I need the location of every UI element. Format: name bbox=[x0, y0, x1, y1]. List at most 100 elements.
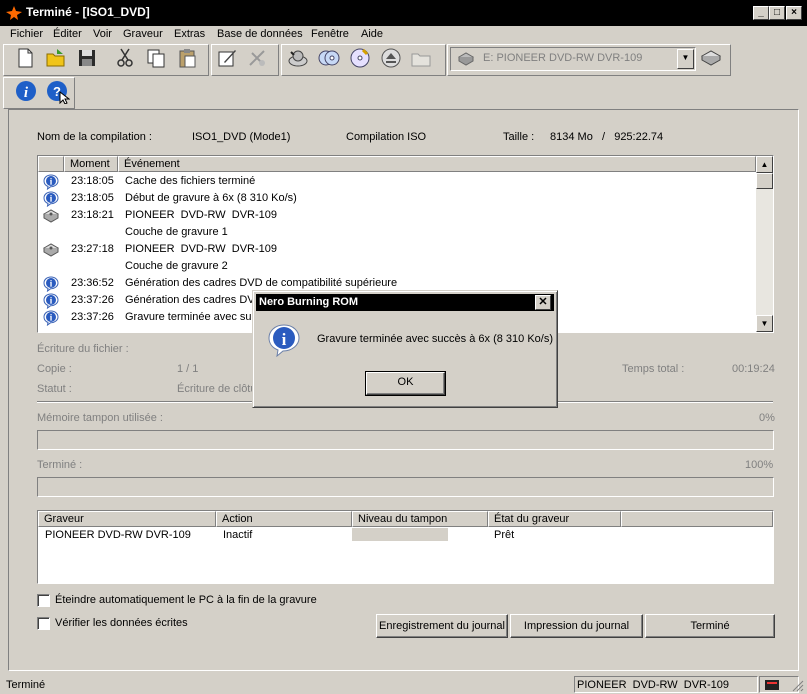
maximize-button[interactable]: □ bbox=[769, 6, 785, 20]
menu-aide[interactable]: Aide bbox=[361, 26, 383, 42]
shutdown-label: Éteindre automatiquement le PC à la fin … bbox=[55, 594, 317, 606]
drive-select[interactable]: E: PIONEER DVD-RW DVR-109 ▼ bbox=[450, 47, 696, 71]
buffer-usage-percent: 0% bbox=[759, 412, 775, 424]
copy-value: 1 / 1 bbox=[177, 363, 199, 375]
print-log-button[interactable]: Impression du journal bbox=[510, 614, 643, 638]
list-item[interactable]: i 23:18:05 Début de gravure à 6x (8 310 Ko… bbox=[38, 190, 756, 208]
nero-logo-icon bbox=[6, 6, 22, 20]
log-event: Début de gravure à 6x (8 310 Ko/s) bbox=[125, 192, 297, 204]
size-label: Taille : bbox=[503, 131, 535, 143]
compilation-name-value: ISO1_DVD (Mode1) bbox=[192, 131, 291, 143]
shutdown-checkbox[interactable] bbox=[37, 594, 50, 607]
save-icon[interactable] bbox=[76, 47, 98, 69]
list-item[interactable]: i 23:18:05 Cache des fichiers terminé bbox=[38, 173, 756, 191]
menu-voir[interactable]: Voir bbox=[93, 26, 112, 42]
log-event-header[interactable]: Événement bbox=[118, 156, 756, 172]
compilation-type: Compilation ISO bbox=[346, 131, 427, 143]
menu-graveur[interactable]: Graveur bbox=[123, 26, 163, 42]
log-event: Génération des cadres DVI bbox=[125, 294, 258, 306]
log-event: PIONEER DVD-RW DVR-109 bbox=[125, 209, 277, 221]
menu-editer[interactable]: Éditer bbox=[53, 26, 82, 42]
info-icon: i bbox=[43, 293, 59, 310]
completion-dialog: Nero Burning ROM ✕ i Gravure terminée av… bbox=[252, 290, 558, 408]
blank-icon bbox=[43, 259, 59, 275]
menu-fichier[interactable]: Fichier bbox=[10, 26, 43, 42]
recorder-state-column-header[interactable]: État du graveur bbox=[488, 511, 621, 527]
scroll-down-button[interactable]: ▼ bbox=[756, 315, 773, 332]
list-item[interactable]: 23:27:18 PIONEER DVD-RW DVR-109 bbox=[38, 241, 756, 258]
log-scrollbar[interactable]: ▲ ▼ bbox=[756, 156, 773, 332]
drive-icon bbox=[42, 208, 60, 224]
new-icon[interactable] bbox=[14, 47, 36, 69]
compilation-name-label: Nom de la compilation : bbox=[37, 131, 152, 143]
menu-base-de-donnees[interactable]: Base de données bbox=[217, 26, 303, 42]
menu-extras[interactable]: Extras bbox=[174, 26, 205, 42]
file-writing-label: Écriture du fichier : bbox=[37, 343, 129, 355]
list-item[interactable]: 23:18:21 PIONEER DVD-RW DVR-109 bbox=[38, 207, 756, 224]
buffer-level-column-header[interactable]: Niveau du tampon bbox=[352, 511, 488, 527]
edit-compilation-icon[interactable] bbox=[216, 47, 238, 69]
recorder-action: Inactif bbox=[223, 529, 253, 541]
ok-button[interactable]: OK bbox=[365, 371, 446, 396]
done-button[interactable]: Terminé bbox=[645, 614, 775, 638]
log-icon-column-header[interactable] bbox=[38, 156, 64, 172]
status-bar: Terminé PIONEER DVD-RW DVR-109 bbox=[0, 674, 807, 694]
dialog-close-button[interactable]: ✕ bbox=[535, 295, 551, 310]
cut-icon[interactable] bbox=[114, 47, 136, 69]
dialog-title: Nero Burning ROM bbox=[259, 296, 358, 308]
scroll-thumb[interactable] bbox=[756, 173, 773, 189]
about-info-icon[interactable]: i bbox=[15, 80, 37, 102]
burn-icon[interactable] bbox=[287, 47, 309, 69]
done-label: Terminé : bbox=[37, 459, 83, 471]
eject-icon[interactable] bbox=[380, 47, 402, 69]
minimize-button[interactable]: _ bbox=[753, 6, 769, 20]
size-value: 8134 Mo / 925:22.74 bbox=[550, 131, 664, 143]
open-icon[interactable] bbox=[45, 47, 67, 69]
disc-info-icon[interactable] bbox=[349, 47, 371, 69]
info-icon: i bbox=[43, 276, 59, 293]
drive-properties-icon[interactable] bbox=[700, 47, 722, 69]
paste-icon[interactable] bbox=[176, 47, 198, 69]
log-time: 23:37:26 bbox=[71, 294, 114, 306]
verify-label: Vérifier les données écrites bbox=[55, 617, 188, 629]
buffer-usage-label: Mémoire tampon utilisée : bbox=[37, 412, 163, 424]
menu-fenetre[interactable]: Fenêtre bbox=[311, 26, 349, 42]
recorder-list[interactable]: Graveur Action Niveau du tampon État du … bbox=[37, 510, 774, 584]
info-icon: i bbox=[43, 174, 59, 191]
status-label: Statut : bbox=[37, 383, 72, 395]
verify-checkbox[interactable] bbox=[37, 617, 50, 630]
recorder-state: Prêt bbox=[494, 529, 515, 541]
copy-disc-icon[interactable] bbox=[318, 47, 340, 69]
log-time: 23:37:26 bbox=[71, 311, 114, 323]
dialog-message: Gravure terminée avec succès à 6x (8 310… bbox=[317, 333, 553, 345]
log-time: 23:18:21 bbox=[71, 209, 114, 221]
close-button[interactable]: × bbox=[786, 6, 802, 20]
resize-grip-icon[interactable] bbox=[792, 680, 804, 692]
save-log-button[interactable]: Enregistrement du journal bbox=[376, 614, 508, 638]
context-help-icon[interactable]: ? bbox=[46, 80, 70, 104]
total-time-label: Temps total : bbox=[622, 363, 685, 375]
copy-icon[interactable] bbox=[145, 47, 167, 69]
table-row[interactable]: PIONEER DVD-RW DVR-109 Inactif Prêt bbox=[38, 527, 773, 543]
list-item[interactable]: Couche de gravure 2 bbox=[38, 258, 756, 275]
title-bar: Terminé - [ISO1_DVD] _ □ × bbox=[0, 0, 807, 26]
info-icon: i bbox=[43, 310, 59, 327]
scroll-up-button[interactable]: ▲ bbox=[756, 156, 773, 173]
action-column-header[interactable]: Action bbox=[216, 511, 352, 527]
dialog-title-bar: Nero Burning ROM ✕ bbox=[256, 294, 554, 311]
recorder-column-header[interactable]: Graveur bbox=[38, 511, 216, 527]
chevron-down-icon[interactable]: ▼ bbox=[677, 49, 694, 69]
log-moment-header[interactable]: Moment bbox=[64, 156, 118, 172]
folder-disabled-icon bbox=[411, 53, 431, 67]
log-time: 23:18:05 bbox=[71, 192, 114, 204]
status-value: Écriture de clôtu bbox=[177, 383, 257, 395]
log-event: Gravure terminée avec suc bbox=[125, 311, 258, 323]
list-item[interactable]: Couche de gravure 1 bbox=[38, 224, 756, 241]
status-drive-panel: PIONEER DVD-RW DVR-109 bbox=[574, 676, 758, 693]
info-icon: i bbox=[268, 324, 300, 357]
log-time: 23:36:52 bbox=[71, 277, 114, 289]
burn-disabled-icon bbox=[249, 50, 265, 66]
buffer-level-bar bbox=[352, 528, 448, 541]
info-icon: i bbox=[43, 191, 59, 208]
status-drive: PIONEER DVD-RW DVR-109 bbox=[577, 679, 729, 691]
